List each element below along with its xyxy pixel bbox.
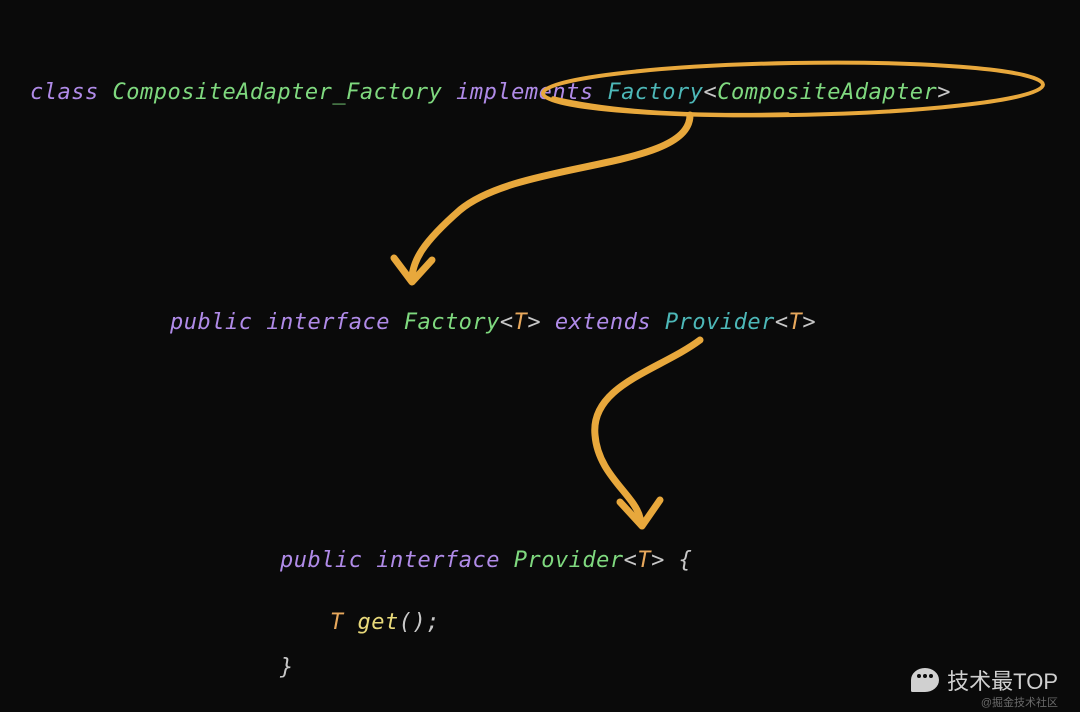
- angle-open: <: [500, 310, 514, 335]
- keyword-extends: extends: [555, 310, 651, 335]
- code-line-provider-interface: public interface Provider<T> {: [280, 548, 692, 573]
- angle-close: >: [802, 310, 816, 335]
- brace-open: {: [679, 548, 693, 573]
- brace-close: }: [280, 655, 294, 680]
- generic-arg: CompositeAdapter: [717, 80, 937, 105]
- code-line-brace-close: }: [280, 655, 294, 680]
- type-factory: Factory: [404, 310, 500, 335]
- angle-open: <: [775, 310, 789, 335]
- keyword-public: public: [280, 548, 362, 573]
- keyword-implements: implements: [456, 80, 593, 105]
- class-name: CompositeAdapter_Factory: [112, 80, 442, 105]
- keyword-class: class: [30, 80, 99, 105]
- chat-bubble-icon: [911, 668, 939, 692]
- code-line-class-decl: class CompositeAdapter_Factory implement…: [30, 80, 951, 105]
- type-param-t: T: [789, 310, 803, 335]
- angle-open: <: [704, 80, 718, 105]
- angle-close: >: [937, 80, 951, 105]
- code-line-factory-interface: public interface Factory<T> extends Prov…: [170, 310, 816, 335]
- keyword-interface: interface: [376, 548, 500, 573]
- type-provider: Provider: [665, 310, 775, 335]
- keyword-public: public: [170, 310, 252, 335]
- arrow-2: [560, 330, 780, 540]
- type-param-t: T: [514, 310, 528, 335]
- watermark-text: 技术最TOP: [947, 664, 1058, 696]
- type-factory: Factory: [607, 80, 703, 105]
- code-line-method: T get();: [330, 610, 440, 635]
- keyword-interface: interface: [266, 310, 390, 335]
- method-name: get: [358, 610, 399, 635]
- angle-close: >: [527, 310, 541, 335]
- angle-open: <: [624, 548, 638, 573]
- type-param-t: T: [637, 548, 651, 573]
- watermark: 技术最TOP: [911, 664, 1058, 696]
- type-provider: Provider: [514, 548, 624, 573]
- arrow-1: [370, 100, 770, 300]
- parens: ();: [399, 610, 440, 635]
- return-type: T: [330, 610, 344, 635]
- sub-watermark: @掘金技术社区: [981, 694, 1058, 710]
- angle-close: >: [651, 548, 665, 573]
